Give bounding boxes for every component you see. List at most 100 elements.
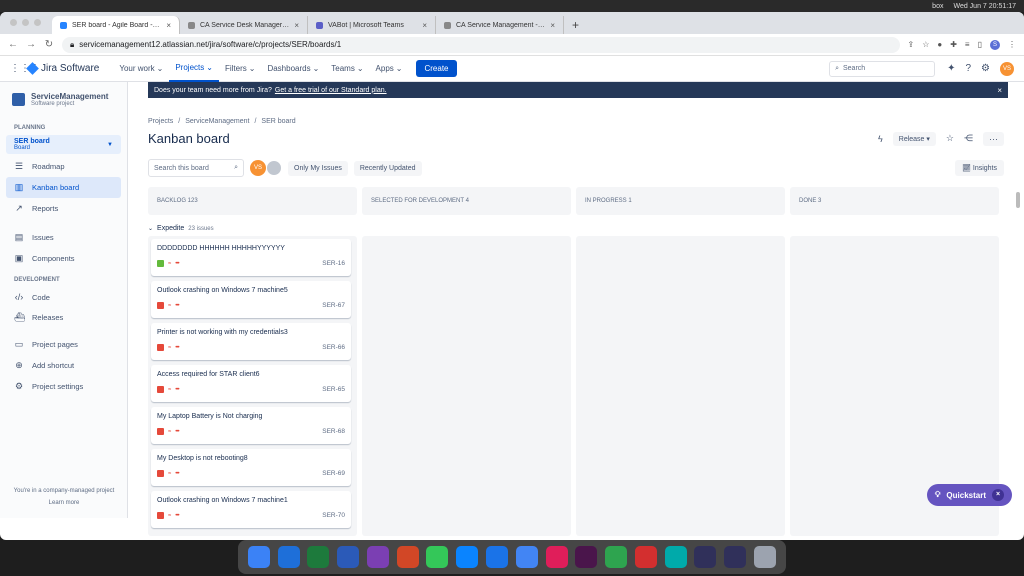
share-icon[interactable]: ⋲ (964, 133, 973, 144)
issue-card[interactable]: DDDDDDDD HHHHHH HHHHHYYYYYY ≈ ••• SER-16 (151, 239, 351, 276)
browser-tab[interactable]: CA Service Management - Hor × (436, 16, 564, 34)
breadcrumb-project[interactable]: ServiceManagement (185, 118, 249, 125)
jira-logo[interactable]: Jira Software (26, 62, 99, 75)
window-controls (10, 19, 41, 26)
sidepanel-icon[interactable]: ▯ (978, 40, 982, 49)
dock-app-icon[interactable] (634, 546, 657, 568)
issue-card[interactable]: My Desktop is not rebooting8 ≈ ••• SER-69 (151, 449, 351, 486)
issue-card[interactable]: Access required for STAR client6 ≈ ••• SER-… (151, 365, 351, 402)
issue-card[interactable]: Outlook crashing on Windows 7 machine5 ≈ •… (151, 281, 351, 318)
release-button[interactable]: Release ▾ (892, 131, 936, 146)
banner-close-icon[interactable]: × (997, 86, 1002, 95)
board-selector[interactable]: SER board Board ▼ (6, 135, 121, 154)
star-icon[interactable]: ☆ (946, 133, 954, 144)
puzzle-icon[interactable]: ✚ (950, 40, 957, 49)
sidebar-item-issues[interactable]: ▤ Issues (6, 227, 121, 248)
sidebar-item-roadmap[interactable]: ☰ Roadmap (6, 156, 121, 177)
settings-gear-icon[interactable]: ⚙ (981, 63, 990, 74)
quickstart-button[interactable]: 💡︎ Quickstart × (926, 484, 1012, 506)
new-tab-button[interactable]: + (564, 16, 587, 34)
insights-button[interactable]: 📈︎ Insights (955, 160, 1004, 176)
breadcrumb-separator: / (254, 118, 257, 125)
sidebar-item-label: Code (32, 292, 50, 302)
tab-close-icon[interactable]: × (166, 21, 171, 30)
dock-app-icon[interactable] (247, 546, 270, 568)
dock-app-icon[interactable] (575, 546, 598, 568)
dock-app-icon[interactable] (664, 546, 687, 568)
banner-link[interactable]: Get a free trial of our Standard plan. (275, 87, 387, 94)
swimlane-header[interactable]: ⌄ Expedite 23 issues (148, 225, 1004, 232)
tab-close-icon[interactable]: × (422, 21, 427, 30)
sidebar-item-project-pages[interactable]: ▭ Project pages (6, 334, 121, 355)
issue-card[interactable]: Outlook crashing on Windows 7 machine1 ≈ •… (151, 491, 351, 528)
browser-tab[interactable]: VABot | Microsoft Teams × (308, 16, 436, 34)
tab-close-icon[interactable]: × (550, 21, 555, 30)
create-button[interactable]: Create (416, 60, 457, 77)
reload-icon[interactable]: ↻ (44, 39, 54, 50)
dock-app-icon[interactable] (456, 546, 479, 568)
issue-card[interactable]: My Laptop Battery is Not charging ≈ ••• SER… (151, 407, 351, 444)
issue-card[interactable]: Printer is not working with my credentia… (151, 323, 351, 360)
browser-tab[interactable]: SER board - Agile Board - Jira × (52, 16, 180, 34)
dock-app-icon[interactable] (694, 546, 717, 568)
user-avatar[interactable]: VS (1000, 61, 1014, 76)
nav-item-teams[interactable]: Teams ⌄ (325, 56, 369, 82)
minimize-window-button[interactable] (22, 19, 29, 26)
dock-app-icon[interactable] (486, 546, 508, 568)
dock-app-icon[interactable] (545, 546, 568, 568)
dock-app-icon[interactable] (337, 546, 360, 568)
lightning-icon[interactable]: ϟ (878, 134, 883, 144)
address-bar[interactable]: 🔒︎ servicemanagement12.atlassian.net/jir… (62, 36, 900, 53)
unassigned-avatar-icon[interactable] (266, 160, 282, 176)
nav-item-apps[interactable]: Apps ⌄ (370, 56, 409, 82)
only-my-issues-button[interactable]: Only My Issues (288, 160, 348, 176)
sidebar-item-add-shortcut[interactable]: ⊕ Add shortcut (6, 355, 121, 376)
dock-app-icon[interactable] (366, 546, 389, 568)
share-icon[interactable]: ⇪ (908, 40, 915, 49)
list-icon[interactable]: ≡ (965, 40, 970, 49)
dock-app-icon[interactable] (307, 546, 330, 568)
board-search-input[interactable]: Search this board ⌕ (148, 159, 244, 177)
more-actions-button[interactable]: ··· (983, 131, 1004, 146)
dock-app-icon[interactable] (605, 546, 628, 568)
dock-app-icon[interactable] (724, 546, 747, 568)
assignee-avatar[interactable]: VS (250, 160, 266, 176)
browser-tab[interactable]: CA Service Desk Manager - Ac × (180, 16, 308, 34)
search-input[interactable]: ⌕ Search (829, 60, 936, 77)
dock-app-icon[interactable] (515, 546, 538, 568)
learn-more-link[interactable]: Learn more (0, 500, 128, 506)
sidebar-item-kanban-board[interactable]: ▥ Kanban board (6, 177, 121, 198)
sidebar-item-code[interactable]: ‹/› Code (6, 287, 121, 307)
nav-item-filters[interactable]: Filters ⌄ (219, 56, 261, 82)
menu-icon[interactable]: ⋮ (1008, 40, 1016, 49)
back-icon[interactable]: ← (8, 39, 18, 50)
tab-close-icon[interactable]: × (294, 21, 299, 30)
nav-item-projects[interactable]: Projects ⌄ (169, 56, 219, 82)
project-header[interactable]: ServiceManagement Software project (6, 90, 121, 117)
priority-highest-icon: ≈ (168, 260, 172, 267)
extension-icon[interactable]: ● (937, 40, 942, 49)
app-switcher-icon[interactable]: ⋮⋮⋮ (10, 63, 40, 74)
maximize-window-button[interactable] (34, 19, 41, 26)
bookmark-star-icon[interactable]: ☆ (922, 40, 929, 49)
scrollbar[interactable] (1016, 192, 1020, 208)
breadcrumb-board[interactable]: SER board (261, 118, 295, 125)
forward-icon[interactable]: → (26, 39, 36, 50)
breadcrumb-projects[interactable]: Projects (148, 118, 173, 125)
notifications-icon[interactable]: ✦ (947, 63, 955, 74)
quickstart-close-icon[interactable]: × (992, 489, 1004, 501)
recently-updated-button[interactable]: Recently Updated (353, 160, 422, 176)
sidebar-item-reports[interactable]: ↗ Reports (6, 198, 121, 219)
profile-avatar[interactable]: S (990, 39, 1000, 50)
close-window-button[interactable] (10, 19, 17, 26)
dock-app-icon[interactable] (277, 546, 300, 568)
nav-item-your-work[interactable]: Your work ⌄ (113, 56, 169, 82)
dock-app-icon[interactable] (396, 546, 419, 568)
dock-app-icon[interactable] (753, 546, 776, 568)
sidebar-item-project-settings[interactable]: ⚙ Project settings (6, 376, 121, 397)
nav-item-dashboards[interactable]: Dashboards ⌄ (261, 56, 325, 82)
dock-app-icon[interactable] (426, 546, 449, 568)
sidebar-item-components[interactable]: ▣ Components (6, 248, 121, 269)
help-icon[interactable]: ? (965, 63, 971, 74)
sidebar-item-releases[interactable]: ⛴ Releases (6, 307, 121, 328)
